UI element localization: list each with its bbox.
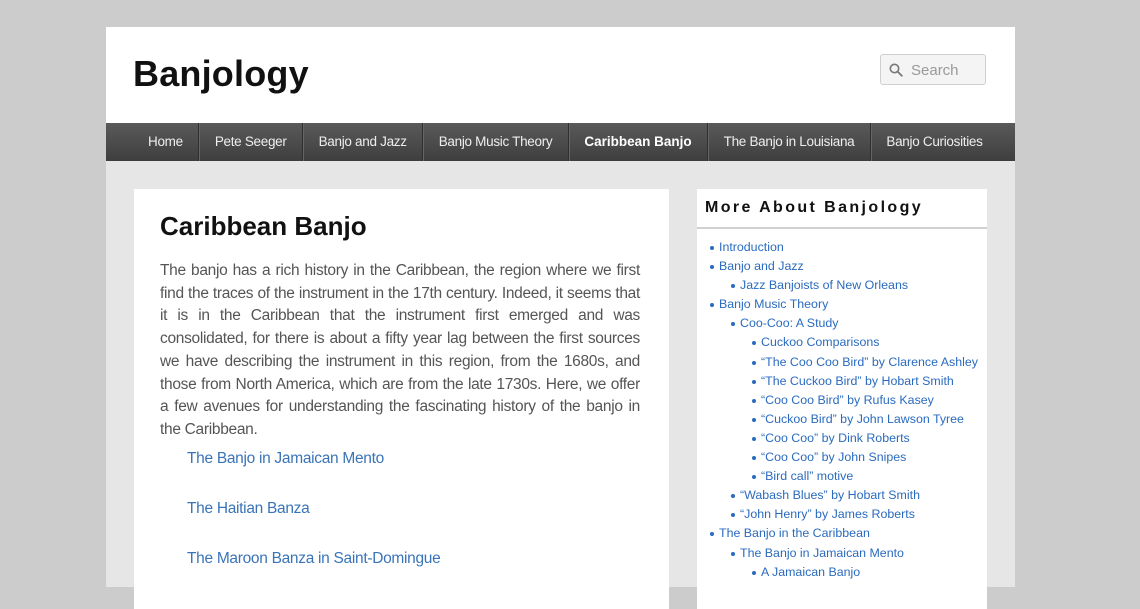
nav-item-banjo-in-louisiana[interactable]: The Banjo in Louisiana xyxy=(708,123,871,161)
sidebar-link[interactable]: Jazz Banjoists of New Orleans xyxy=(697,276,987,295)
link-maroon-banza[interactable]: The Maroon Banza in Saint-Domingue xyxy=(187,550,441,568)
search-input[interactable] xyxy=(911,60,981,80)
site-header: Banjology xyxy=(106,27,1015,123)
sidebar-link[interactable]: “Coo Coo Bird” by Rufus Kasey xyxy=(697,391,987,410)
sidebar-link[interactable]: “Bird call” motive xyxy=(697,467,987,486)
intro-paragraph: The banjo has a rich history in the Cari… xyxy=(160,262,640,438)
sidebar-widget: More About Banjology Introduction Banjo a… xyxy=(697,189,987,609)
sidebar-link[interactable]: “Wabash Blues” by Hobart Smith xyxy=(697,486,987,505)
page: Banjology Home Pete Seeger Banjo and Jaz… xyxy=(106,27,1015,609)
sidebar-link[interactable]: “The Cuckoo Bird” by Hobart Smith xyxy=(697,372,987,391)
page-title: Caribbean Banjo xyxy=(160,211,367,241)
search-box[interactable] xyxy=(880,54,986,85)
sidebar-link[interactable]: Introduction xyxy=(697,238,987,257)
sidebar-link[interactable]: Banjo and Jazz xyxy=(697,257,987,276)
nav-item-pete-seeger[interactable]: Pete Seeger xyxy=(199,123,304,161)
sidebar-link[interactable]: The Banjo in Jamaican Mento xyxy=(697,544,987,563)
nav-item-banjo-curiosities[interactable]: Banjo Curiosities xyxy=(871,123,998,161)
sidebar-link[interactable]: “The Coo Coo Bird” by Clarence Ashley xyxy=(697,353,987,372)
sidebar-link[interactable]: “John Henry” by James Roberts xyxy=(697,505,987,524)
sidebar-link[interactable]: “Coo Coo” by John Snipes xyxy=(697,448,987,467)
widget-divider xyxy=(697,227,987,229)
main-content: Caribbean Banjo The banjo has a rich his… xyxy=(134,189,669,609)
search-icon xyxy=(889,63,903,77)
sidebar-link[interactable]: Coo-Coo: A Study xyxy=(697,314,987,333)
sidebar-page-list: Introduction Banjo and Jazz Jazz Banjoists… xyxy=(697,238,987,582)
sidebar-link[interactable]: “Cuckoo Bird” by John Lawson Tyree xyxy=(697,410,987,429)
main-nav: Home Pete Seeger Banjo and Jazz Banjo Mu… xyxy=(106,123,1015,161)
sidebar-link[interactable]: A Jamaican Banjo xyxy=(697,563,987,582)
site-title[interactable]: Banjology xyxy=(133,53,309,95)
link-haitian-banza[interactable]: The Haitian Banza xyxy=(187,500,310,518)
nav-item-banjo-and-jazz[interactable]: Banjo and Jazz xyxy=(303,123,424,161)
widget-title: More About Banjology xyxy=(705,199,924,216)
sidebar-link[interactable]: “Coo Coo” by Dink Roberts xyxy=(697,429,987,448)
sidebar-link[interactable]: Cuckoo Comparisons xyxy=(697,333,987,352)
sidebar-link[interactable]: Banjo Music Theory xyxy=(697,295,987,314)
sidebar-link[interactable]: The Banjo in the Caribbean xyxy=(697,524,987,543)
nav-item-caribbean-banjo[interactable]: Caribbean Banjo xyxy=(569,123,709,161)
nav-item-home[interactable]: Home xyxy=(106,123,200,161)
link-jamaican-mento[interactable]: The Banjo in Jamaican Mento xyxy=(187,450,384,468)
nav-item-banjo-music-theory[interactable]: Banjo Music Theory xyxy=(423,123,569,161)
